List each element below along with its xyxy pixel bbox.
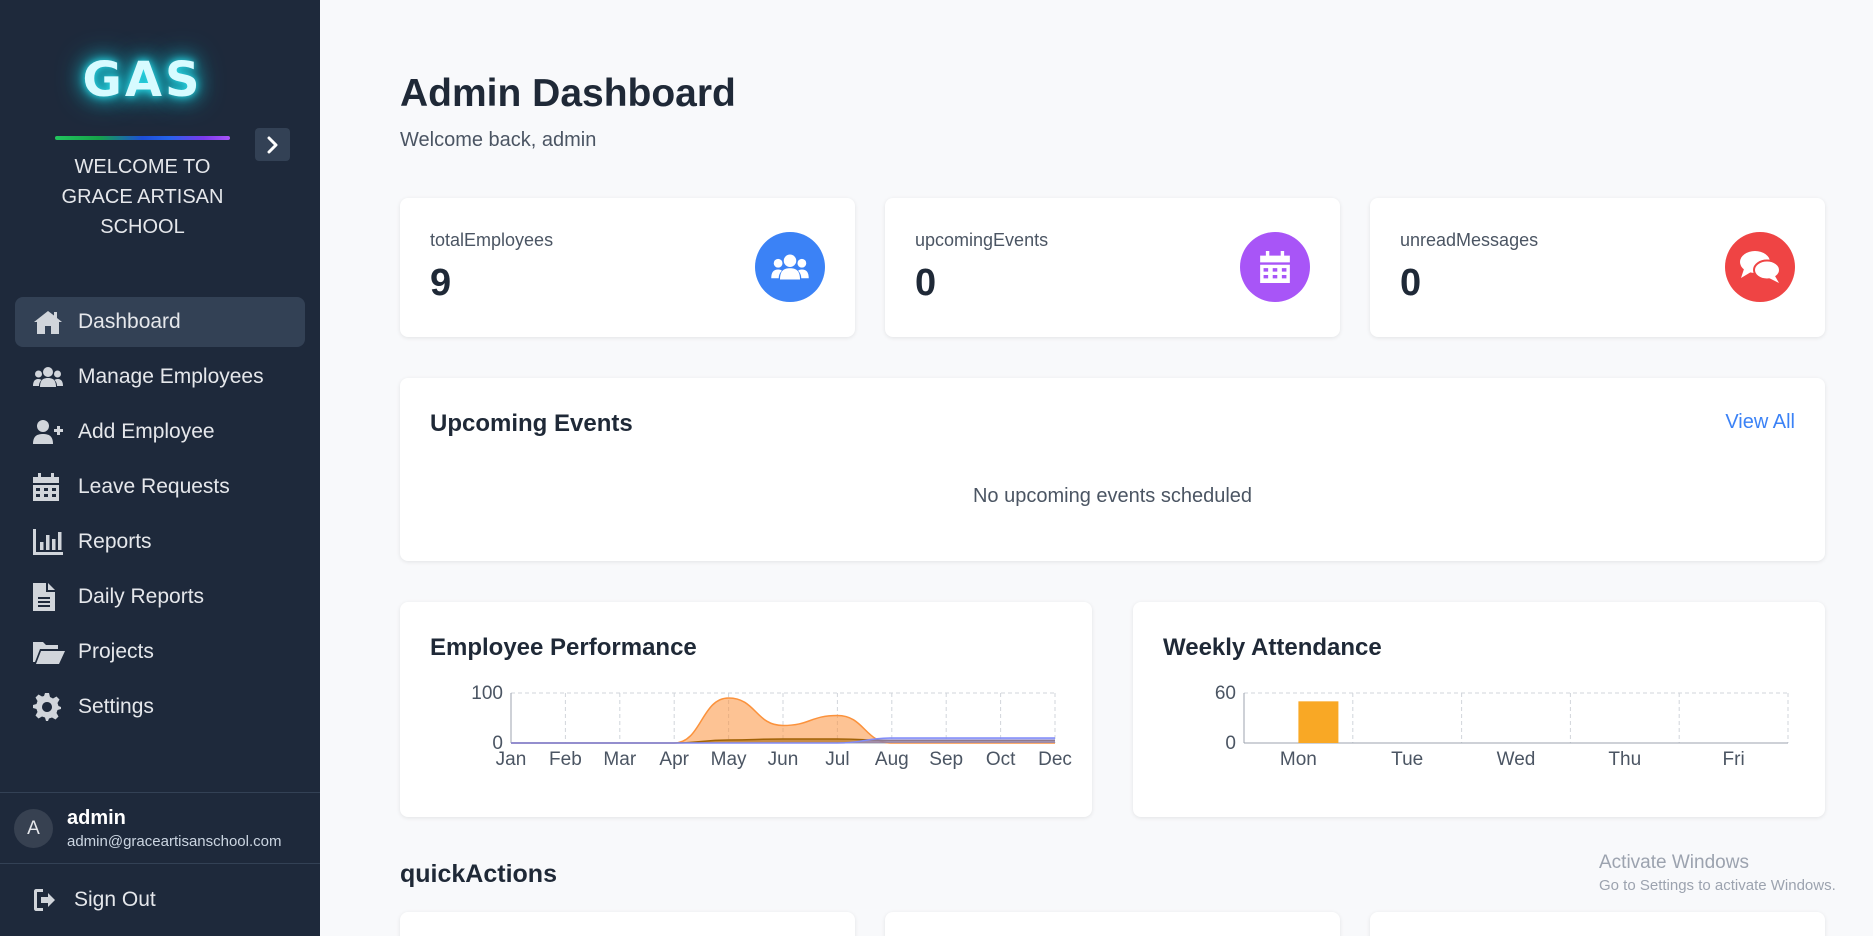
comments-icon [1725,232,1795,302]
calendar-icon [33,473,65,501]
bar-chart-icon [33,528,65,556]
welcome-text: WELCOME TO GRACE ARTISAN SCHOOL [61,156,224,238]
sidebar-item-label: Settings [78,695,154,718]
sidebar-item-label: Dashboard [78,310,181,333]
sidebar-item-label: Daily Reports [78,585,205,608]
file-text-icon [33,583,65,611]
sidebar: GAS WELCOME TO GRACE ARTISAN SCHOOL Dash… [0,0,320,936]
sidebar-nav: Dashboard Manage Employees Add Employee … [15,297,305,737]
sidebar-toggle-button[interactable] [255,128,290,161]
windows-activation-subtitle: Go to Settings to activate Windows. [1599,877,1836,894]
sidebar-item-label: Leave Requests [78,475,230,498]
x-tick-label: Mar [603,749,636,770]
view-all-link[interactable]: View All [1725,411,1795,434]
quick-action-card[interactable] [1370,912,1825,936]
user-email: admin@graceartisanschool.com [67,833,282,850]
x-tick-label: Apr [659,749,689,770]
sidebar-item-reports[interactable]: Reports [15,517,305,567]
user-profile: A admin admin@graceartisanschool.com [0,792,320,864]
logo-underline [55,136,230,140]
x-tick-label: Sep [929,749,963,770]
x-tick-label: Aug [875,749,909,770]
y-tick-label: 60 [1215,683,1236,704]
bar [1298,701,1339,743]
stat-card-unread-messages: unreadMessages 0 [1370,198,1825,337]
employee-performance-card: Employee Performance 0 100 Jan Feb Mar Apr May… [400,602,1092,817]
weekly-attendance-card: Weekly Attendance 0 60 Mon Tue Wed Thu Fri [1133,602,1825,817]
empty-state-text: No upcoming events scheduled [972,485,1253,507]
y-tick-label: 100 [471,683,503,704]
page-subtitle: Welcome back, admin [400,129,597,151]
quick-action-card[interactable] [400,912,855,936]
logo: GAS [82,52,203,108]
section-title: Upcoming Events [430,410,633,437]
stat-card-total-employees: totalEmployees 9 [400,198,855,337]
stat-value: 9 [430,262,452,304]
x-tick-label: Feb [549,749,582,770]
home-icon [33,308,65,336]
avatar: A [14,809,53,848]
sidebar-item-manage-employees[interactable]: Manage Employees [15,352,305,402]
quick-actions-title: quickActions [400,860,557,888]
sidebar-item-leave-requests[interactable]: Leave Requests [15,462,305,512]
performance-chart: 0100Jan Feb Mar Apr May Jun Jul Aug Sep Oct Dec [471,683,1072,770]
sign-out-label: Sign Out [74,888,156,911]
x-tick-label: Fri [1723,749,1745,770]
x-tick-label: Mon [1280,749,1317,770]
sidebar-item-label: Reports [78,530,152,553]
x-tick-label: Oct [986,749,1016,770]
sidebar-item-label: Projects [78,640,154,663]
sidebar-item-label: Add Employee [78,420,215,443]
windows-activation-title: Activate Windows [1599,852,1749,873]
stat-card-upcoming-events: upcomingEvents 0 [885,198,1340,337]
users-icon [755,232,825,302]
x-tick-label: May [711,749,747,770]
gear-icon [33,693,65,721]
series-area [511,698,1055,743]
x-tick-label: Thu [1608,749,1641,770]
sidebar-item-add-employee[interactable]: Add Employee [15,407,305,457]
stat-label: totalEmployees [430,230,554,250]
x-tick-label: Wed [1497,749,1536,770]
y-tick-label: 0 [1225,733,1236,754]
sidebar-item-daily-reports[interactable]: Daily Reports [15,572,305,622]
x-tick-label: Jan [496,749,527,770]
sign-out-icon [34,889,55,911]
stat-value: 0 [915,262,937,304]
sidebar-item-dashboard[interactable]: Dashboard [15,297,305,347]
attendance-chart: 0 60 Mon Tue Wed Thu Fri [1215,683,1789,770]
folder-open-icon [33,638,65,666]
users-icon [33,363,65,391]
user-name: admin [67,807,126,829]
x-tick-label: Jun [768,749,799,770]
x-tick-label: Tue [1391,749,1423,770]
sidebar-item-projects[interactable]: Projects [15,627,305,677]
stat-label: unreadMessages [1400,230,1539,250]
x-tick-label: Jul [825,749,849,770]
x-tick-label: Dec [1038,749,1072,770]
stat-value: 0 [1400,262,1422,304]
user-plus-icon [33,418,65,446]
calendar-icon [1240,232,1310,302]
stat-label: upcomingEvents [915,230,1049,250]
upcoming-events-card: Upcoming Events View All No upcoming eve… [400,378,1825,561]
sidebar-item-label: Manage Employees [78,365,264,388]
sidebar-item-settings[interactable]: Settings [15,682,305,732]
page-title: Admin Dashboard [400,72,736,115]
chevron-right-icon [267,136,277,153]
sign-out-button[interactable]: Sign Out [34,888,156,912]
quick-action-card[interactable] [885,912,1340,936]
